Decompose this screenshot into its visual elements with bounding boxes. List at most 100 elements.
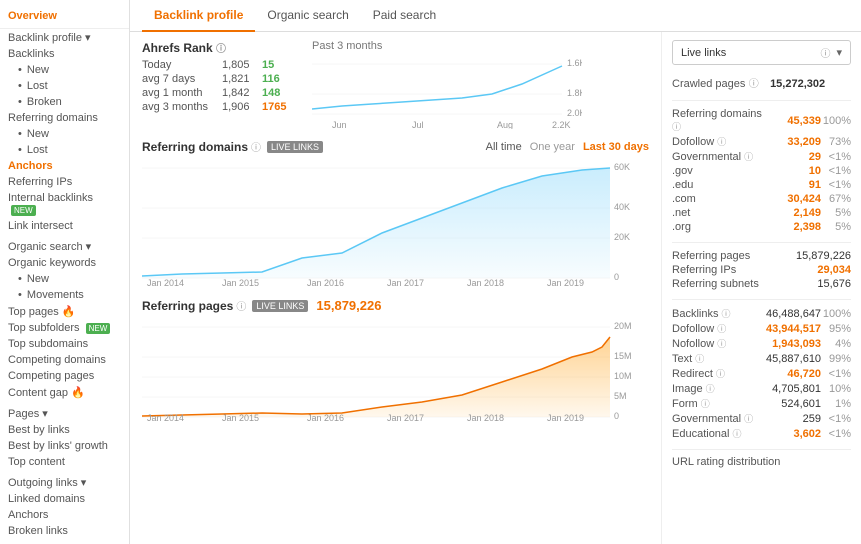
ref-domains-info-icon: ⓘ: [251, 139, 261, 154]
stat-label-bl-form: Form ⓘ: [672, 397, 766, 410]
stat-pct-bl-image: 10%: [821, 383, 851, 395]
svg-text:2.0K: 2.0K: [567, 108, 582, 118]
stat-label-governmental: Governmental ⓘ: [672, 150, 766, 163]
sidebar-internal-backlinks[interactable]: Internal backlinks NEW: [0, 190, 129, 218]
stat-pct-net: 5%: [821, 207, 851, 219]
stat-pct-bl-educational: <1%: [821, 428, 851, 440]
sidebar-ref-domains-lost[interactable]: • Lost: [0, 142, 129, 158]
sidebar-outgoing-links[interactable]: Outgoing links ▾: [0, 474, 129, 491]
stat-val-ref-ips: 29,034: [796, 264, 851, 276]
stat-backlinks: Backlinks ⓘ 46,488,647 100%: [672, 306, 851, 321]
stat-val-ref-domains: 45,339: [766, 115, 821, 127]
sidebar-backlinks-lost[interactable]: • Lost: [0, 78, 129, 94]
left-panel: Ahrefs Rank ⓘ Today 1,805 15 avg 7 days …: [130, 32, 661, 544]
sidebar-pages[interactable]: Pages ▾: [0, 405, 129, 422]
svg-text:Aug: Aug: [497, 120, 513, 129]
sidebar-linked-domains[interactable]: Linked domains: [0, 491, 129, 507]
sidebar-backlinks-broken[interactable]: • Broken: [0, 94, 129, 110]
stat-bl-governmental: Governmental ⓘ 259 <1%: [672, 411, 851, 426]
stat-governmental: Governmental ⓘ 29 <1%: [672, 149, 851, 164]
filter-last-30[interactable]: Last 30 days: [583, 141, 649, 153]
stat-pct-governmental: <1%: [821, 151, 851, 163]
svg-text:2.2K: 2.2K: [552, 120, 571, 129]
tab-bar: Backlink profile Organic search Paid sea…: [130, 0, 861, 32]
referring-pages-value: 15,879,226: [316, 298, 381, 313]
sidebar-anchors[interactable]: Anchors: [0, 158, 129, 174]
stat-referring-domains: Referring domains ⓘ 45,339 100%: [672, 107, 851, 134]
sidebar-outgoing-anchors[interactable]: Anchors: [0, 507, 129, 523]
sidebar-competing-pages[interactable]: Competing pages: [0, 368, 129, 384]
filter-all-time[interactable]: All time: [486, 141, 522, 153]
stat-val-dofollow: 33,209: [766, 136, 821, 148]
sidebar-best-by-links[interactable]: Best by links: [0, 422, 129, 438]
svg-text:20K: 20K: [614, 232, 630, 242]
tab-backlink-profile[interactable]: Backlink profile: [142, 0, 255, 32]
content-area: Ahrefs Rank ⓘ Today 1,805 15 avg 7 days …: [130, 32, 861, 544]
rank-val-1m: 1,842: [222, 87, 262, 99]
sidebar-organic-movements[interactable]: • Movements: [0, 287, 129, 303]
stat-bl-dofollow: Dofollow ⓘ 43,944,517 95%: [672, 321, 851, 336]
stat-pct-bl-form: 1%: [821, 398, 851, 410]
sidebar-referring-ips[interactable]: Referring IPs: [0, 174, 129, 190]
stat-com: .com 30,424 67%: [672, 192, 851, 206]
sidebar-best-links-growth[interactable]: Best by links' growth: [0, 438, 129, 454]
stat-label-bl-dofollow: Dofollow ⓘ: [672, 322, 766, 335]
stat-val-bl-nofollow: 1,943,093: [766, 338, 821, 350]
stat-val-ref-subnets: 15,676: [796, 278, 851, 290]
rank-row-1m: avg 1 month 1,842 148: [142, 87, 302, 99]
sidebar-organic-search[interactable]: Organic search ▾: [0, 238, 129, 255]
rank-label-3m: avg 3 months: [142, 101, 222, 113]
tab-organic-search[interactable]: Organic search: [255, 0, 360, 32]
stat-val-bl-educational: 3,602: [766, 428, 821, 440]
svg-text:1.6K: 1.6K: [567, 58, 582, 68]
stat-pct-bl-nofollow: 4%: [821, 338, 851, 350]
rank-row-7d: avg 7 days 1,821 116: [142, 73, 302, 85]
ref-pages-chart-svg: 20M 15M 10M 5M 0: [142, 317, 632, 422]
sidebar-broken-links[interactable]: Broken links: [0, 523, 129, 539]
stat-pct-bl-text: 99%: [821, 353, 851, 365]
stat-val-ref-pages: 15,879,226: [796, 250, 851, 262]
stat-label-bl-educational: Educational ⓘ: [672, 427, 766, 440]
stat-edu: .edu 91 <1%: [672, 178, 851, 192]
stat-label-edu: .edu: [672, 179, 766, 191]
main-content: Backlink profile Organic search Paid sea…: [130, 0, 861, 544]
stat-bl-educational: Educational ⓘ 3,602 <1%: [672, 426, 851, 441]
sidebar-backlink-profile[interactable]: Backlink profile ▾: [0, 29, 129, 46]
sidebar-referring-domains[interactable]: Referring domains: [0, 110, 129, 126]
rank-chart-svg: 1.6K 1.8K 2.0K Jun Jul Aug 2.2K: [312, 54, 582, 129]
sidebar-organic-new[interactable]: • New: [0, 271, 129, 287]
sidebar-backlinks[interactable]: Backlinks: [0, 46, 129, 62]
stat-pct-org: 5%: [821, 221, 851, 233]
stat-val-gov: 10: [766, 165, 821, 177]
sidebar-link-intersect[interactable]: Link intersect: [0, 218, 129, 234]
tab-paid-search[interactable]: Paid search: [361, 0, 448, 32]
svg-text:10M: 10M: [614, 371, 632, 381]
stat-val-bl-dofollow: 43,944,517: [766, 323, 821, 335]
sidebar-top-subdomains[interactable]: Top subdomains: [0, 336, 129, 352]
stat-pct-bl-redirect: <1%: [821, 368, 851, 380]
sidebar-overview[interactable]: Overview: [0, 6, 129, 29]
svg-text:Jan 2019: Jan 2019: [547, 278, 584, 288]
sidebar-competing-domains[interactable]: Competing domains: [0, 352, 129, 368]
ref-pages-live-badge: LIVE LINKS: [252, 300, 308, 312]
svg-text:Jan 2016: Jan 2016: [307, 413, 344, 422]
filter-one-year[interactable]: One year: [530, 141, 575, 153]
dropdown-info-icon: ⓘ: [820, 45, 830, 60]
ref-pages-info-icon: ⓘ: [236, 298, 246, 313]
stat-pct-bl-governmental: <1%: [821, 413, 851, 425]
svg-text:Jan 2017: Jan 2017: [387, 278, 424, 288]
backlinks-stats: Backlinks ⓘ 46,488,647 100% Dofollow ⓘ 4…: [672, 299, 851, 441]
stat-label-bl-image: Image ⓘ: [672, 382, 766, 395]
live-links-dropdown[interactable]: Live links ⓘ ▾: [672, 40, 851, 65]
sidebar-top-content[interactable]: Top content: [0, 454, 129, 470]
sidebar-content-gap[interactable]: Content gap 🔥: [0, 384, 129, 401]
sidebar-ref-domains-new[interactable]: • New: [0, 126, 129, 142]
sidebar-organic-keywords[interactable]: Organic keywords: [0, 255, 129, 271]
sidebar-top-subfolders[interactable]: Top subfolders NEW: [0, 320, 129, 336]
live-links-badge: LIVE LINKS: [267, 141, 323, 153]
sidebar-backlinks-new[interactable]: • New: [0, 62, 129, 78]
svg-text:Jan 2016: Jan 2016: [307, 278, 344, 288]
rank-period-label: Past 3 months: [312, 40, 649, 52]
sidebar-top-pages[interactable]: Top pages 🔥: [0, 303, 129, 320]
crawled-pages-info: ⓘ: [749, 79, 759, 90]
